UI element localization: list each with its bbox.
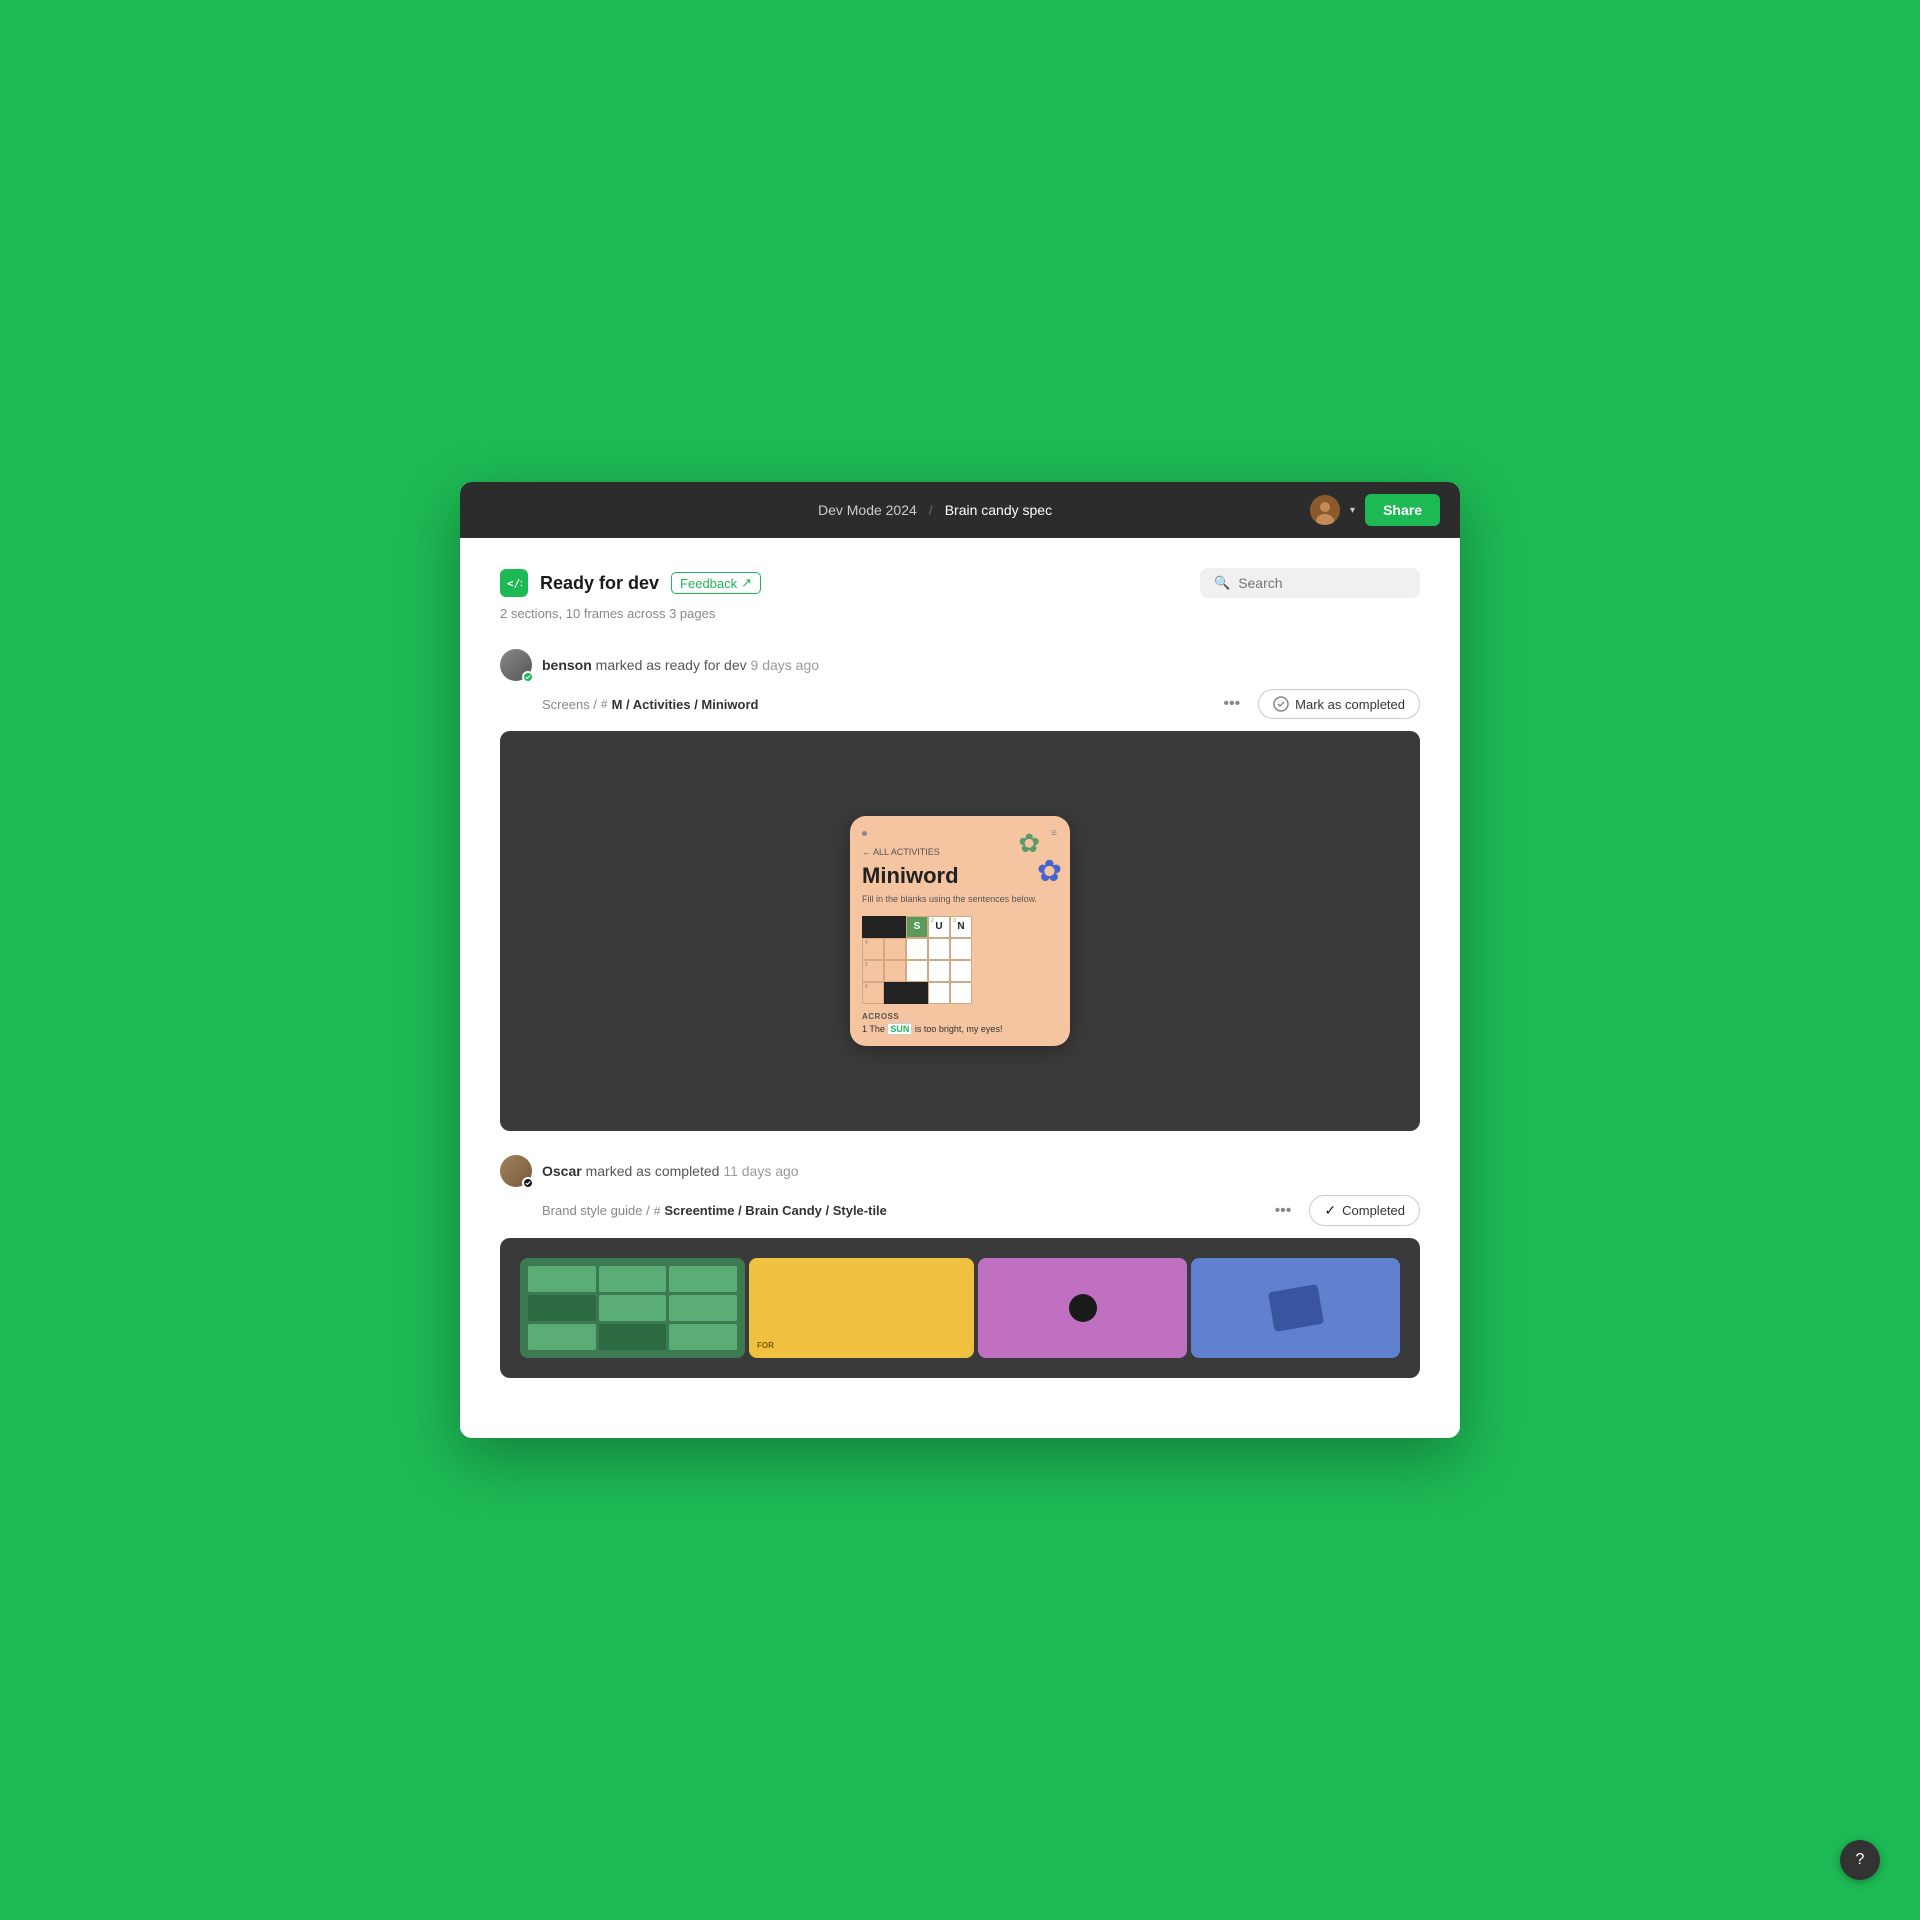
more-button-benson[interactable]: •••: [1215, 691, 1248, 717]
frame-path-benson: Screens / # M / Activities / Miniword: [542, 697, 758, 712]
brand-tile-yellow: FOR: [749, 1258, 974, 1358]
status-dot-oscar: [522, 1177, 534, 1189]
action-oscar: marked as completed: [586, 1163, 724, 1179]
purple-circle: [1069, 1294, 1097, 1322]
mini-block: [669, 1324, 737, 1350]
status-dot-benson: [522, 671, 534, 683]
hash-icon-benson: #: [601, 697, 608, 711]
app-window: Dev Mode 2024 / Brain candy spec ▾ Share: [460, 482, 1460, 1438]
frame-path-oscar: Brand style guide / # Screentime / Brain…: [542, 1203, 887, 1218]
feedback-badge[interactable]: Feedback ↗: [671, 572, 761, 594]
frame-actions-benson: ••• Mark as completed: [1215, 689, 1420, 719]
user-menu-chevron[interactable]: ▾: [1350, 505, 1355, 516]
time-benson: 9 days ago: [751, 657, 820, 673]
frame-name-benson: M / Activities / Miniword: [612, 697, 759, 712]
avatar[interactable]: [1310, 495, 1340, 525]
help-icon: ?: [1856, 1851, 1865, 1869]
brand-tile-green: [520, 1258, 745, 1358]
across-label: Across: [862, 1012, 1058, 1021]
search-box[interactable]: 🔍: [1200, 568, 1420, 598]
brand-tile-purple: [978, 1258, 1187, 1358]
avatar-image: [1310, 495, 1340, 525]
action-benson: marked as ready for dev: [596, 657, 751, 673]
frame-path-row-benson: Screens / # M / Activities / Miniword ••…: [500, 689, 1420, 719]
path-prefix-oscar: Brand style guide /: [542, 1203, 650, 1218]
brand-preview-oscar: FOR: [500, 1238, 1420, 1378]
username-benson: benson: [542, 657, 592, 673]
clue-after: is too bright, my eyes!: [915, 1024, 1003, 1034]
breadcrumb-separator: /: [929, 502, 933, 518]
yellow-label: FOR: [757, 1341, 774, 1350]
activity-header-benson: benson marked as ready for dev 9 days ag…: [500, 649, 1420, 681]
frame-preview-benson: ✿ ✿ ≡ ← ALL ACTIVITIES Miniword Fill in …: [500, 731, 1420, 1131]
page-title: Brain candy spec: [945, 502, 1052, 518]
mini-block: [599, 1295, 667, 1321]
activity-meta-benson: benson marked as ready for dev 9 days ag…: [542, 657, 819, 673]
flower-blue-icon: ✿: [1037, 854, 1062, 889]
mini-block: [528, 1295, 596, 1321]
mini-block: [669, 1266, 737, 1292]
crossword-grid: 1S 2U 3N 4: [862, 916, 1058, 1004]
help-button[interactable]: ?: [1840, 1840, 1880, 1880]
mark-completed-button[interactable]: Mark as completed: [1258, 689, 1420, 719]
miniword-title: Miniword: [862, 863, 1058, 889]
header-left: </> Ready for dev Feedback ↗: [500, 569, 761, 597]
titlebar-breadcrumb: Dev Mode 2024 / Brain candy spec: [818, 502, 1052, 518]
project-name: Dev Mode 2024: [818, 502, 917, 518]
mini-block: [599, 1266, 667, 1292]
card-menu-icon: ≡: [1051, 828, 1058, 839]
activity-item-oscar: Oscar marked as completed 11 days ago Br…: [500, 1155, 1420, 1378]
more-button-oscar[interactable]: •••: [1267, 1198, 1300, 1224]
frame-path-row-oscar: Brand style guide / # Screentime / Brain…: [500, 1195, 1420, 1226]
hash-icon-oscar: #: [654, 1204, 661, 1218]
path-prefix-benson: Screens /: [542, 697, 597, 712]
clue-highlight: SUN: [887, 1023, 912, 1035]
completed-button[interactable]: ✓ Completed: [1309, 1195, 1420, 1226]
avatar-benson: [500, 649, 532, 681]
activity-meta-oscar: Oscar marked as completed 11 days ago: [542, 1163, 799, 1179]
check-circle-icon: [1273, 696, 1289, 712]
avatar-oscar: [500, 1155, 532, 1187]
header-row: </> Ready for dev Feedback ↗ 🔍: [500, 568, 1420, 598]
card-dot: [862, 831, 867, 836]
mini-block: [528, 1266, 596, 1292]
completed-label: Completed: [1342, 1203, 1405, 1218]
share-button[interactable]: Share: [1365, 494, 1440, 526]
titlebar-right: ▾ Share: [1310, 494, 1440, 526]
time-oscar: 11 days ago: [723, 1163, 798, 1179]
username-oscar: Oscar: [542, 1163, 582, 1179]
mini-block: [528, 1324, 596, 1350]
completed-check-icon: ✓: [1324, 1202, 1336, 1219]
ready-for-dev-label: Ready for dev: [540, 573, 659, 594]
clue-num: 1: [862, 1024, 867, 1034]
search-icon: 🔍: [1214, 575, 1230, 591]
svg-text:</>: </>: [507, 577, 522, 590]
code-icon: </>: [506, 575, 522, 591]
frame-actions-oscar: ••• ✓ Completed: [1267, 1195, 1420, 1226]
titlebar: Dev Mode 2024 / Brain candy spec ▾ Share: [460, 482, 1460, 538]
main-content: </> Ready for dev Feedback ↗ 🔍 2 section…: [460, 538, 1460, 1438]
blue-element: [1267, 1284, 1323, 1332]
activity-header-oscar: Oscar marked as completed 11 days ago: [500, 1155, 1420, 1187]
clue-before: The: [869, 1024, 887, 1034]
brand-tile-blue: [1191, 1258, 1400, 1358]
miniword-card: ✿ ✿ ≡ ← ALL ACTIVITIES Miniword Fill in …: [850, 816, 1070, 1046]
miniword-desc: Fill in the blanks using the sentences b…: [862, 893, 1058, 906]
search-input[interactable]: [1238, 575, 1406, 591]
activity-item-benson: benson marked as ready for dev 9 days ag…: [500, 649, 1420, 1131]
mini-block: [669, 1295, 737, 1321]
across-clue: 1 The SUN is too bright, my eyes!: [862, 1024, 1058, 1034]
mark-completed-label: Mark as completed: [1295, 697, 1405, 712]
frame-name-oscar: Screentime / Brain Candy / Style-tile: [664, 1203, 887, 1218]
mini-block: [599, 1324, 667, 1350]
sections-info: 2 sections, 10 frames across 3 pages: [500, 606, 1420, 621]
dev-mode-icon: </>: [500, 569, 528, 597]
